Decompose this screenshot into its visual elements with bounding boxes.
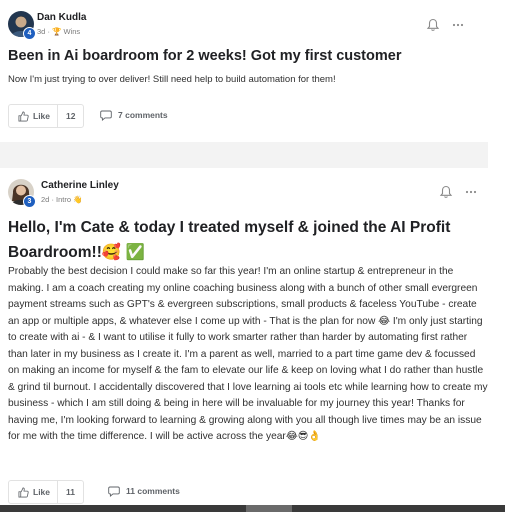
post-category[interactable]: Wins xyxy=(63,27,80,36)
post-meta: 3d · 🏆 Wins xyxy=(37,27,80,36)
post-card: 4 Dan Kudla 3d · 🏆 Wins Been in Ai board… xyxy=(0,0,488,142)
like-label: Like xyxy=(33,111,51,121)
like-count[interactable]: 12 xyxy=(57,105,83,127)
thumbs-up-icon xyxy=(18,487,29,497)
like-button-group: Like 11 xyxy=(8,480,85,504)
comments-link[interactable]: 7 comments xyxy=(100,104,168,126)
more-icon[interactable] xyxy=(451,18,465,32)
comment-icon xyxy=(108,486,120,497)
comment-icon xyxy=(100,110,112,121)
author-name[interactable]: Dan Kudla xyxy=(37,12,86,23)
like-label: Like xyxy=(33,487,51,497)
post-time: 2d xyxy=(41,195,50,204)
author-name[interactable]: Catherine Linley xyxy=(41,180,119,191)
meta-separator: · xyxy=(51,195,54,204)
like-count[interactable]: 11 xyxy=(57,481,83,503)
post-time: 3d xyxy=(37,27,46,36)
meta-separator: · xyxy=(47,27,50,36)
post-category[interactable]: Intro 👋 xyxy=(56,195,82,204)
post-title[interactable]: Hello, I'm Cate & today I treated myself… xyxy=(8,215,478,265)
comments-label: 11 comments xyxy=(126,486,180,496)
level-badge: 3 xyxy=(23,195,36,208)
taskbar-item[interactable] xyxy=(246,505,292,512)
level-badge: 4 xyxy=(23,27,36,40)
bell-icon[interactable] xyxy=(439,185,453,199)
like-button[interactable]: Like xyxy=(9,105,57,127)
page-gutter xyxy=(488,0,505,512)
post-title[interactable]: Been in Ai boardroom for 2 weeks! Got my… xyxy=(8,48,401,64)
post-card: 3 Catherine Linley 2d · Intro 👋 Hello, I… xyxy=(0,168,488,512)
bell-icon[interactable] xyxy=(426,18,440,32)
post-body: Now I'm just trying to over deliver! Sti… xyxy=(8,74,336,85)
comments-link[interactable]: 11 comments xyxy=(108,480,180,502)
post-divider xyxy=(0,142,505,168)
comments-label: 7 comments xyxy=(118,110,168,120)
taskbar xyxy=(0,505,505,512)
trophy-icon: 🏆 xyxy=(52,27,62,36)
more-icon[interactable] xyxy=(464,185,478,199)
post-meta: 2d · Intro 👋 xyxy=(41,195,82,204)
like-button[interactable]: Like xyxy=(9,481,57,503)
post-body: Probably the best decision I could make … xyxy=(8,266,488,442)
thumbs-up-icon xyxy=(18,111,29,121)
like-button-group: Like 12 xyxy=(8,104,85,128)
